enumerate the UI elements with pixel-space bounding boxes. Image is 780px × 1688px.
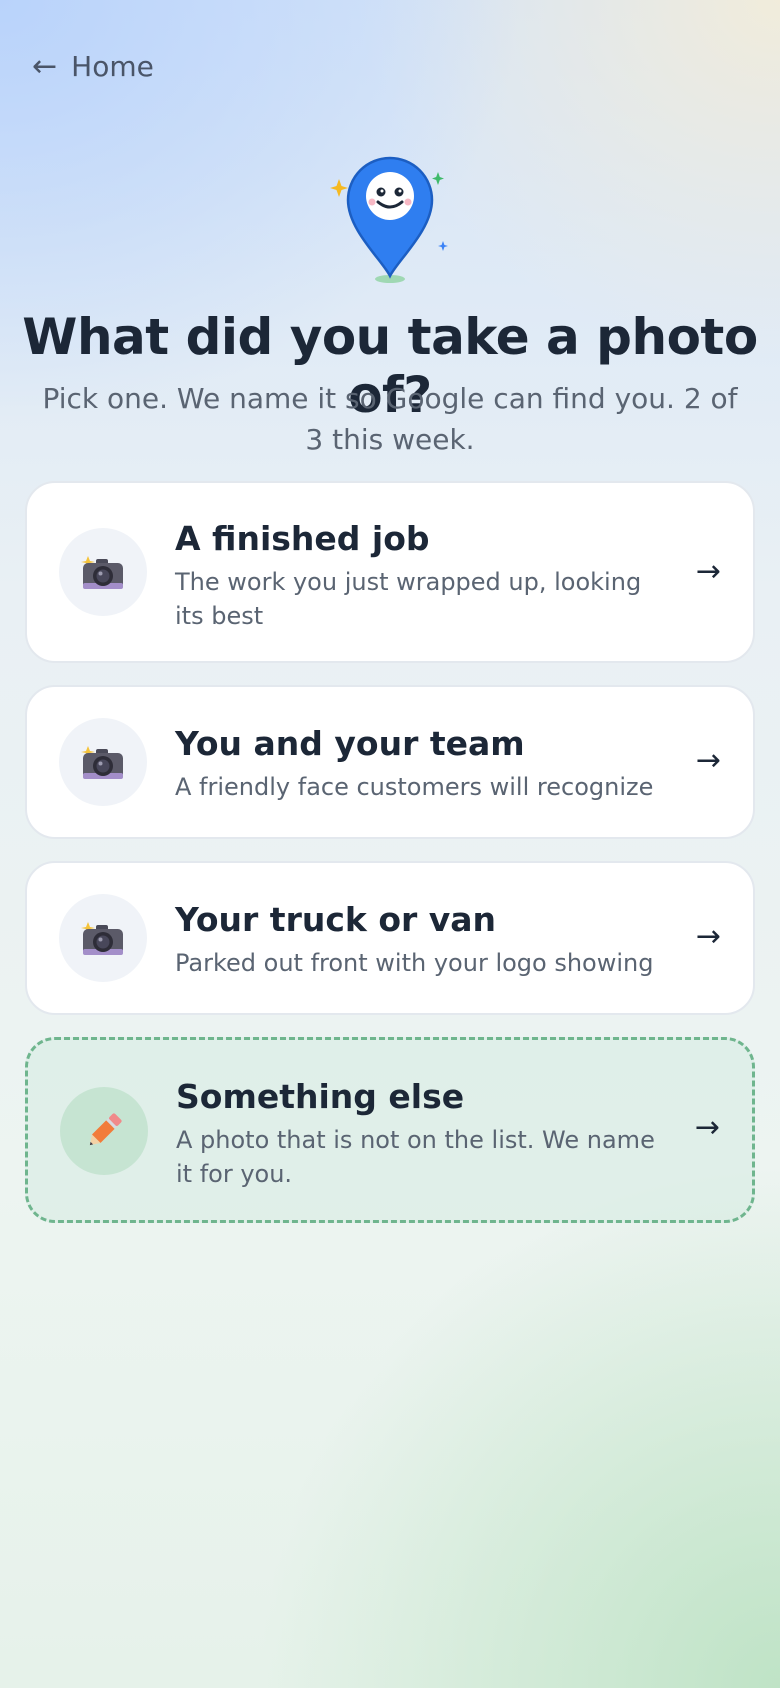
back-home-link[interactable]: ← Home — [32, 50, 154, 83]
option-title: You and your team — [175, 724, 525, 763]
back-arrow-icon: ← — [32, 48, 58, 84]
option-finished-job[interactable]: A finished job The work you just wrapped… — [25, 481, 755, 663]
option-truck-or-van[interactable]: Your truck or van Parked out front with … — [25, 861, 755, 1015]
option-icon-bg — [59, 528, 147, 616]
camera-icon — [81, 746, 123, 779]
option-title: A finished job — [175, 519, 430, 558]
pencil-icon — [89, 1113, 122, 1146]
option-description: A photo that is not on the list. We name… — [176, 1126, 655, 1188]
option-icon-bg — [59, 894, 147, 982]
arrow-right-icon: → — [695, 743, 721, 778]
option-icon-bg — [60, 1087, 148, 1175]
arrow-right-icon: → — [695, 554, 721, 589]
option-icon-bg — [59, 718, 147, 806]
option-title: Something else — [176, 1077, 465, 1116]
arrow-right-icon: → — [695, 919, 721, 954]
option-you-and-team[interactable]: You and your team A friendly face custom… — [25, 685, 755, 839]
option-description: The work you just wrapped up, looking it… — [175, 568, 642, 630]
camera-icon — [81, 922, 123, 955]
map-pin-mascot-icon — [330, 156, 448, 283]
page-subtitle: Pick one. We name it so Google can find … — [42, 382, 738, 456]
option-description: Parked out front with your logo showing — [175, 949, 654, 977]
camera-icon — [81, 556, 123, 589]
option-title: Your truck or van — [175, 900, 497, 939]
option-description: A friendly face customers will recognize — [175, 773, 654, 801]
option-something-else[interactable]: Something else A photo that is not on th… — [25, 1037, 755, 1223]
back-label: Home — [71, 50, 154, 83]
arrow-right-icon: → — [694, 1110, 720, 1145]
